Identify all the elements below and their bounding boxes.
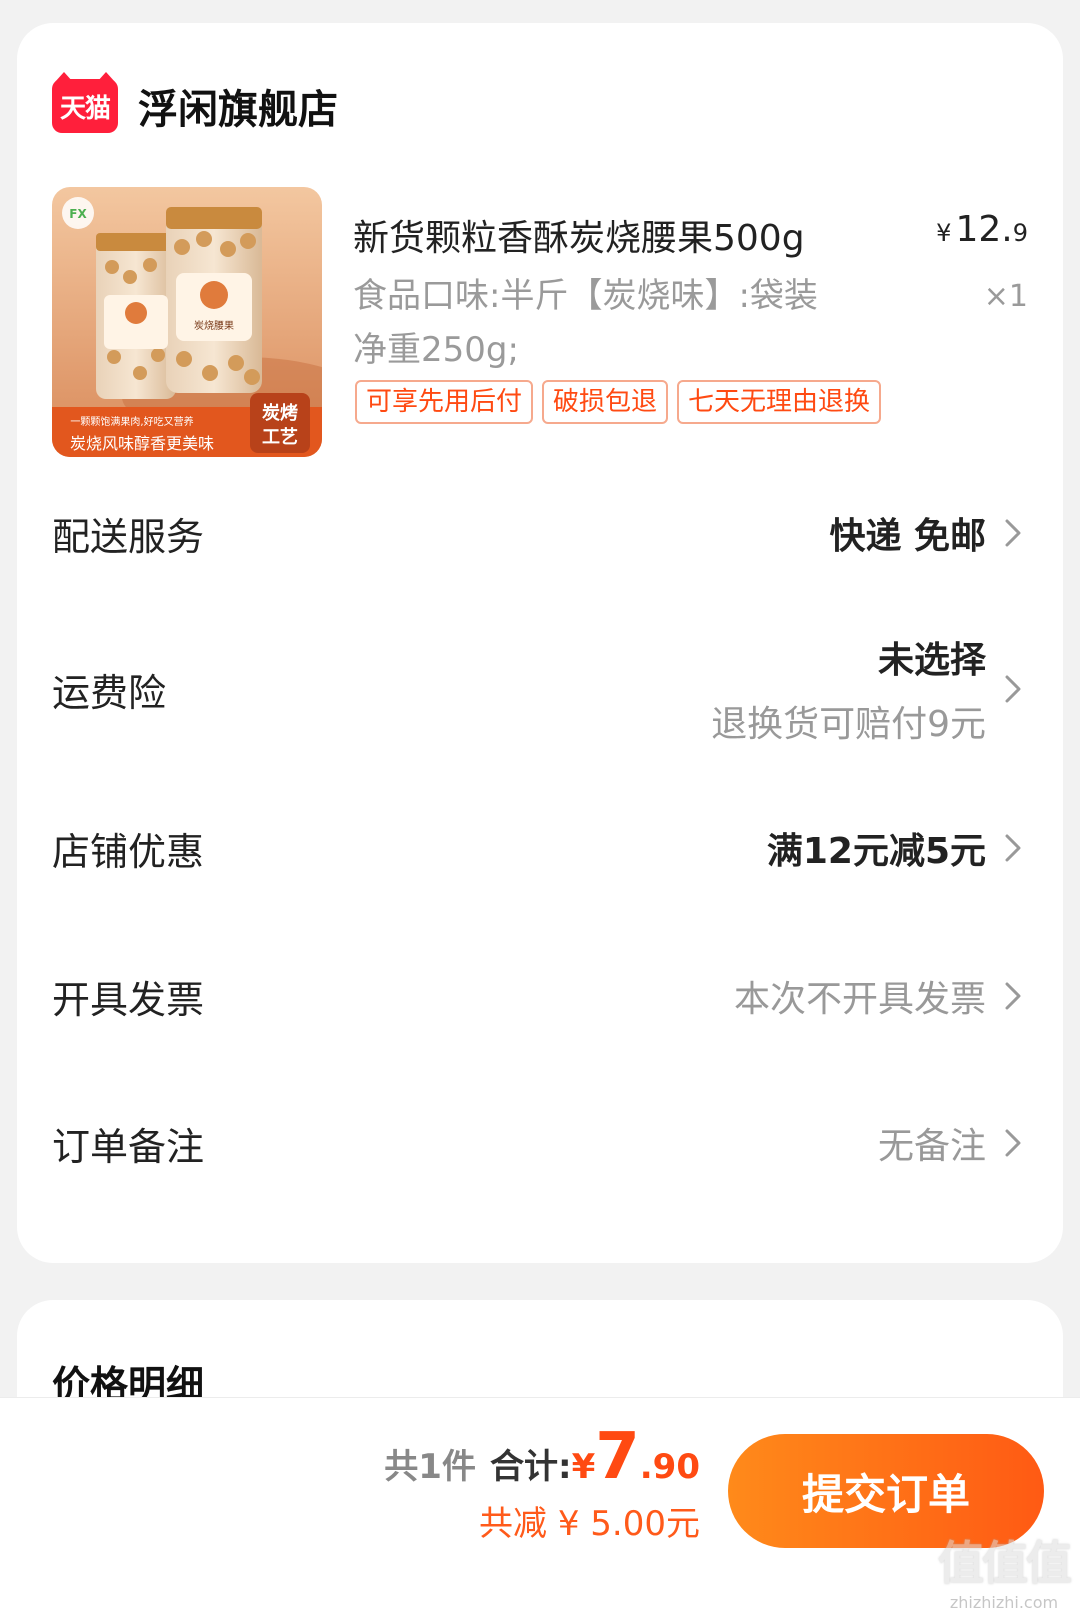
product-image[interactable]: 炭烧腰果 FX 一颗颗饱满果肉,好吃又营养 炭烧风味醇香更美味 炭烤 工艺 xyxy=(52,187,322,457)
insurance-sub: 退换货可赔付9元 xyxy=(711,704,986,745)
tmall-badge-text: 天猫 xyxy=(59,93,111,124)
invoice-row[interactable]: 开具发票 本次不开具发票 xyxy=(52,966,1028,1026)
item-count: 共1件 xyxy=(384,1447,476,1487)
image-badge-line1: 炭烤 xyxy=(262,402,298,424)
image-banner-top: 一颗颗饱满果肉,好吃又营养 xyxy=(70,415,193,428)
chevron-right-icon xyxy=(1005,675,1021,703)
total-int: 7 xyxy=(595,1420,640,1494)
total-dec: .90 xyxy=(639,1447,700,1487)
shop-header[interactable]: 天猫 浮闲旗舰店 xyxy=(52,72,338,136)
insurance-status: 未选择 xyxy=(877,640,986,681)
discount-total: 共减 ¥ 5.00元 xyxy=(479,1504,700,1544)
price-int: 12. xyxy=(955,209,1013,250)
total-label: 合计: xyxy=(489,1447,572,1487)
watermark-url: zhizhizhi.com xyxy=(949,1593,1059,1612)
delivery-row[interactable]: 配送服务 快递 免邮 xyxy=(52,503,1028,563)
chevron-right-icon xyxy=(1005,982,1021,1010)
checkout-bar: 共1件 合计: ¥7.90 共减 ¥ 5.00元 提交订单 值值值 zhizhi… xyxy=(0,1397,1080,1620)
invoice-label: 开具发票 xyxy=(52,977,205,1022)
invoice-value: 本次不开具发票 xyxy=(733,979,986,1020)
delivery-label: 配送服务 xyxy=(52,514,205,559)
total-amount: ¥7.90 xyxy=(572,1420,700,1494)
coupon-value: 满12元减5元 xyxy=(766,831,986,872)
watermark-logo: 值值值 xyxy=(938,1536,1072,1590)
coupon-label: 店铺优惠 xyxy=(52,829,205,874)
order-card: 天猫 浮闲旗舰店 炭烧腰果 FX 一颗颗饱满果肉,好吃又营养 炭烧风味醇香更美味… xyxy=(17,23,1063,1263)
note-label: 订单备注 xyxy=(52,1124,205,1169)
jar-label: 炭烧腰果 xyxy=(194,319,234,332)
chevron-right-icon xyxy=(1005,834,1021,862)
brand-logo-text: FX xyxy=(69,207,87,221)
tag-damage-refund: 破损包退 xyxy=(542,380,669,424)
insurance-value: 未选择 退换货可赔付9元 xyxy=(711,631,986,747)
image-banner-bottom: 炭烧风味醇香更美味 xyxy=(70,434,214,453)
price-currency: ¥ xyxy=(936,219,952,247)
chevron-right-icon xyxy=(1005,519,1021,547)
delivery-value: 快递 免邮 xyxy=(829,516,986,557)
product-spec[interactable]: 食品口味:半斤【炭烧味】:袋装净重250g; xyxy=(353,269,823,377)
total-summary: 共1件 合计: ¥7.90 xyxy=(384,1420,700,1494)
insurance-label: 运费险 xyxy=(52,670,167,715)
tag-pay-later: 可享先用后付 xyxy=(355,380,534,424)
shop-name: 浮闲旗舰店 xyxy=(138,87,338,133)
note-value: 无备注 xyxy=(877,1126,986,1167)
watermark: 值值值 zhizhizhi.com xyxy=(938,1527,1072,1612)
tmall-logo-icon: 天猫 xyxy=(52,72,118,133)
service-tags: 可享先用后付 破损包退 七天无理由退换 xyxy=(355,380,882,424)
total-currency: ¥ xyxy=(571,1447,596,1487)
chevron-right-icon xyxy=(1005,1129,1021,1157)
shipping-insurance-row[interactable]: 运费险 未选择 退换货可赔付9元 xyxy=(52,629,1028,749)
image-badge-line2: 工艺 xyxy=(262,426,298,448)
shop-coupon-row[interactable]: 店铺优惠 满12元减5元 xyxy=(52,818,1028,878)
product-price: ¥12.9 xyxy=(936,209,1028,250)
price-dec: 9 xyxy=(1012,219,1028,247)
product-quantity: ×1 xyxy=(983,279,1028,314)
order-note-row[interactable]: 订单备注 无备注 xyxy=(52,1113,1028,1173)
product-title[interactable]: 新货颗粒香酥炭烧腰果500g xyxy=(353,209,805,261)
tag-seven-day-return: 七天无理由退换 xyxy=(677,380,882,424)
